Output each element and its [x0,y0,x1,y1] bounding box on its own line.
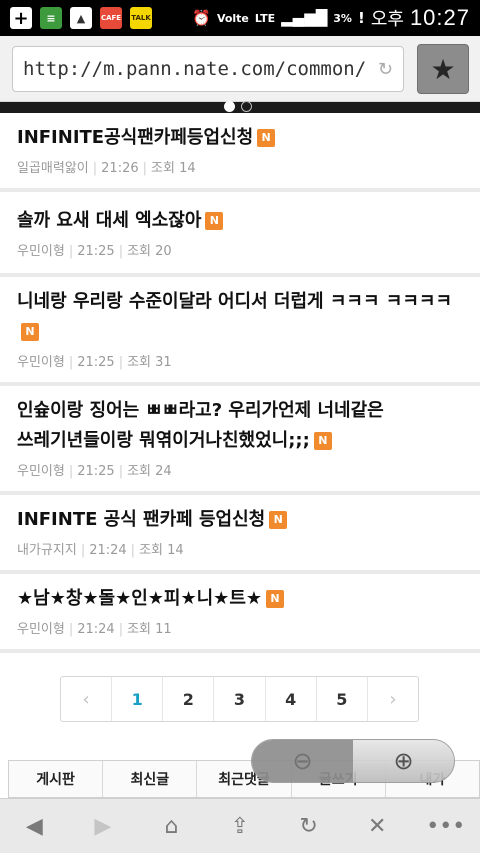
post-author: 내가규지지 [17,543,77,558]
post-item[interactable]: 인슢이랑 징어는 ㅃㅃ라고? 우리가언제 너네같은 쓰레기년들이랑 뭐엮이거나친… [0,386,480,495]
forward-icon: ▶ [94,813,112,839]
page-link[interactable]: 5 [317,677,368,721]
post-time: 21:26 [101,161,139,176]
zoom-out-button[interactable]: ⊖ [252,740,353,782]
post-author: 우민이형 [17,355,65,370]
post-time: 21:24 [89,543,127,558]
post-views: 조회 24 [127,464,172,479]
refresh-icon: ↻ [299,813,318,839]
post-views: 조회 14 [139,543,184,558]
page-link[interactable]: 2 [163,677,215,721]
post-time: 21:25 [77,464,115,479]
more-icon: ••• [426,813,466,839]
back-icon: ◀ [25,813,43,839]
home-button[interactable]: ⌂ [137,814,206,839]
post-item[interactable]: 니네랑 우리랑 수준이달라 어디서 더럽게 ㅋㅋㅋ ㅋㅋㅋㅋN 우민이형 | 21:… [0,277,480,386]
post-title[interactable]: 솔까 요새 대세 엑소잖아 [17,210,201,231]
post-views: 조회 14 [151,161,196,176]
zoom-control: ⊖ ⊕ [251,739,455,783]
prev-page-button[interactable]: ‹ [61,677,113,721]
tab-dot-active[interactable] [224,101,235,112]
sheet-icon: ≡ [40,7,62,29]
lte-icon: LTE [254,11,276,25]
star-icon: ★ [430,52,456,86]
post-item[interactable]: INFINITE공식팬카페등업신청 N 일곱매력앓이 | 21:26 | 조회 14 [0,113,480,192]
new-badge: N [313,432,332,450]
pagination: ‹ 1 2 3 4 5 › [60,676,419,722]
battery-label: 3% [333,11,352,25]
post-item[interactable]: ★남★창★돌★인★피★니★트★ N 우민이형 | 21:24 | 조회 11 [0,574,480,653]
post-title[interactable]: INFINTE 공식 팬카페 등업신청 [17,509,265,530]
post-time: 21:25 [77,355,115,370]
new-badge: N [266,590,285,608]
close-icon: ✕ [367,813,387,839]
page-link[interactable]: 1 [112,677,164,721]
plus-icon: + [10,7,32,29]
signal-icon: ▂▄▆█ [281,9,328,27]
new-badge: N [269,511,288,529]
more-button[interactable]: ••• [411,814,480,839]
tab-board[interactable]: 게시판 [9,761,104,797]
tab-dot[interactable] [241,101,252,112]
share-button[interactable]: ⇪ [206,814,275,839]
zoom-out-icon: ⊖ [292,747,313,775]
volte-icon: Volte [216,11,249,25]
url-bar[interactable]: http://m.pann.nate.com/common/ ↻ [12,46,404,92]
cafe-icon: CAFE [100,7,122,29]
new-badge: N [21,323,39,341]
next-page-button[interactable]: › [368,677,418,721]
forward-button[interactable]: ▶ [69,814,138,839]
status-ampm: 오후 [370,9,404,30]
back-button[interactable]: ◀ [0,814,69,839]
alarm-icon: ⏰ [192,9,211,27]
post-author: 우민이형 [17,464,65,479]
talk-icon: TALK [130,7,152,29]
new-badge: N [257,129,276,147]
tab-indicator [224,101,252,112]
post-views: 조회 31 [127,355,172,370]
post-views: 조회 20 [127,244,172,259]
post-list: INFINITE공식팬카페등업신청 N 일곱매력앓이 | 21:26 | 조회 14 솔까… [0,113,480,653]
browser-toolbar: http://m.pann.nate.com/common/ ↻ ★ [0,36,480,102]
browser-nav-bar: ◀ ▶ ⌂ ⇪ ↻ ✕ ••• [0,798,480,853]
post-item[interactable]: 솔까 요새 대세 엑소잖아 N 우민이형 | 21:25 | 조회 20 [0,192,480,277]
refresh-button[interactable]: ↻ [274,814,343,839]
tab-latest-posts[interactable]: 최신글 [103,761,198,797]
post-item[interactable]: INFINTE 공식 팬카페 등업신청 N 내가규지지 | 21:24 | 조회 14 [0,495,480,574]
zoom-in-icon: ⊕ [393,747,414,775]
status-time: 10:27 [409,5,470,30]
page-link[interactable]: 3 [214,677,266,721]
post-title[interactable]: 니네랑 우리랑 수준이달라 어디서 더럽게 ㅋㅋㅋ ㅋㅋㅋㅋ [17,291,452,312]
post-time: 21:24 [77,622,115,637]
post-time: 21:25 [77,244,115,259]
new-badge: N [205,212,224,230]
gallery-icon: ▲ [70,7,92,29]
url-text[interactable]: http://m.pann.nate.com/common/ [23,58,372,80]
status-bar: + ≡ ▲ CAFE TALK ⏰ Volte LTE ▂▄▆█ 3% ! 오후… [0,0,480,36]
share-icon: ⇪ [230,813,250,839]
post-views: 조회 11 [127,622,172,637]
close-button[interactable]: ✕ [343,814,412,839]
post-author: 우민이형 [17,244,65,259]
bookmark-star-button[interactable]: ★ [417,44,469,94]
post-title[interactable]: INFINITE공식팬카페등업신청 [17,127,253,148]
page-link[interactable]: 4 [266,677,317,721]
alert-icon: ! [357,9,365,27]
post-author: 일곱매력앓이 [17,161,89,176]
post-author: 우민이형 [17,622,65,637]
post-title[interactable]: ★남★창★돌★인★피★니★트★ [17,588,262,609]
home-icon: ⌂ [164,813,179,839]
zoom-in-button[interactable]: ⊕ [353,740,454,782]
reload-icon[interactable]: ↻ [378,59,393,80]
